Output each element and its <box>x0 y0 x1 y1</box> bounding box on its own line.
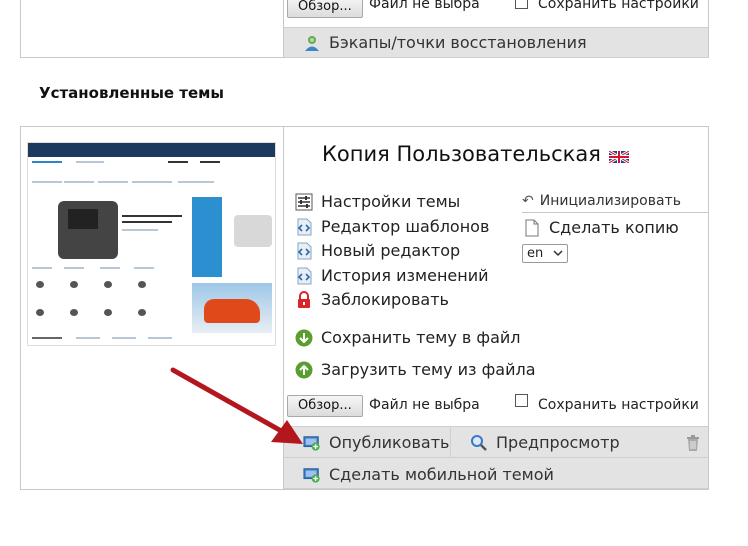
installed-themes-heading: Установленные темы <box>39 84 224 102</box>
file-status: Файл не выбра <box>369 397 480 413</box>
top-browse-button[interactable]: Обзор... <box>287 0 363 18</box>
backups-link-label: Бэкапы/точки восстановления <box>329 33 587 52</box>
menu-theme-settings[interactable]: Настройки темы <box>295 192 460 211</box>
language-select[interactable]: en <box>522 244 568 263</box>
menu-load-from-file-label: Загрузить тему из файла <box>321 360 536 379</box>
menu-history[interactable]: История изменений <box>295 266 489 285</box>
menu-save-to-file[interactable]: Сохранить тему в файл <box>295 328 521 347</box>
annotation-arrow <box>170 367 303 444</box>
thumbnail-body <box>28 157 275 345</box>
menu-new-editor[interactable]: Новый редактор <box>295 241 460 260</box>
chevron-down-icon <box>553 247 563 263</box>
magnifier-icon <box>470 434 488 452</box>
initialize-link[interactable]: ↶ Инициализировать <box>522 193 681 209</box>
menu-lock-label: Заблокировать <box>321 290 449 309</box>
refresh-icon: ↶ <box>522 193 534 209</box>
backup-user-icon <box>303 34 321 52</box>
uk-flag-icon <box>608 148 630 165</box>
initialize-label: Инициализировать <box>539 193 681 209</box>
preview-button[interactable]: Предпросмотр <box>470 433 620 452</box>
code-file-icon <box>295 242 313 260</box>
publish-button[interactable]: Опубликовать <box>303 433 449 452</box>
code-file-icon <box>295 218 313 236</box>
sliders-icon <box>295 193 313 211</box>
menu-template-editor-label: Редактор шаблонов <box>321 217 490 236</box>
menu-template-editor[interactable]: Редактор шаблонов <box>295 217 489 236</box>
top-file-status: Файл не выбра <box>369 0 480 12</box>
bar-separator <box>450 427 451 457</box>
trash-icon[interactable] <box>686 435 700 455</box>
document-icon <box>523 219 541 237</box>
menu-new-editor-label: Новый редактор <box>321 241 461 260</box>
theme-thumbnail[interactable] <box>27 142 276 346</box>
thumbnail-header <box>28 143 275 157</box>
save-settings-label: Сохранить настройки <box>538 397 699 413</box>
menu-load-from-file[interactable]: Загрузить тему из файла <box>295 360 536 379</box>
initialize-underline <box>522 212 709 213</box>
menu-save-to-file-label: Сохранить тему в файл <box>321 328 521 347</box>
menu-theme-settings-label: Настройки темы <box>321 192 461 211</box>
publish-label: Опубликовать <box>329 433 450 452</box>
make-mobile-button[interactable]: Сделать мобильной темой <box>303 465 554 484</box>
code-file-icon <box>295 267 313 285</box>
menu-lock[interactable]: Заблокировать <box>295 290 449 309</box>
make-mobile-label: Сделать мобильной темой <box>329 465 554 484</box>
make-copy-link[interactable]: Сделать копию <box>523 218 679 237</box>
lock-icon <box>295 290 313 309</box>
preview-label: Предпросмотр <box>496 433 620 452</box>
top-save-settings-label: Сохранить настройки <box>538 0 699 12</box>
save-settings-checkbox[interactable] <box>515 394 528 407</box>
theme-title: Копия Пользовательская <box>322 142 601 166</box>
menu-history-label: История изменений <box>321 266 489 285</box>
backups-link[interactable]: Бэкапы/точки восстановления <box>303 33 587 52</box>
theme-title-row: Копия Пользовательская <box>322 142 630 166</box>
download-icon <box>295 329 313 347</box>
monitor-add-icon <box>303 466 321 484</box>
top-save-settings-checkbox[interactable] <box>515 0 528 9</box>
language-select-value: en <box>527 246 544 261</box>
make-copy-label: Сделать копию <box>549 218 679 237</box>
